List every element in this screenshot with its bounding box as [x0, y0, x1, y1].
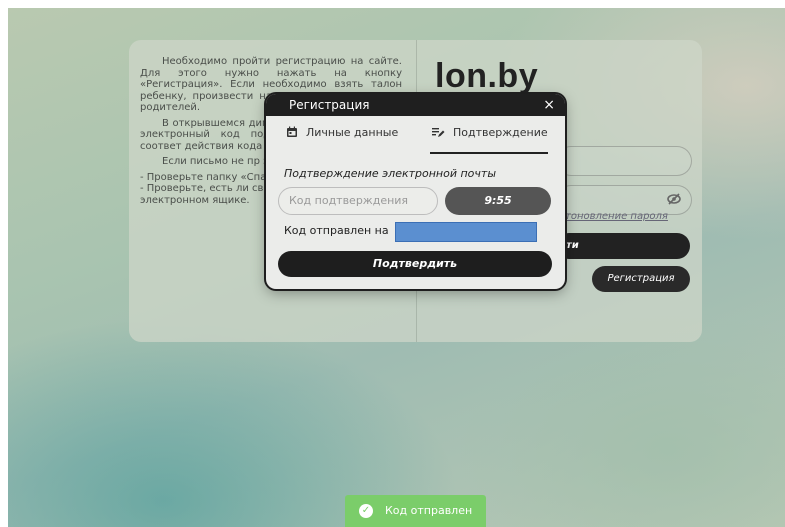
registration-modal: Регистрация × Личные данные Подтверждени…	[266, 94, 565, 289]
modal-header: Регистрация ×	[266, 94, 565, 116]
active-tab-indicator	[430, 152, 548, 154]
close-icon[interactable]: ×	[543, 94, 555, 116]
tab-personal-data[interactable]: Личные данные	[286, 126, 398, 141]
site-logo: lon.by	[435, 57, 539, 95]
register-button[interactable]: Регистрация	[592, 266, 690, 292]
login-button[interactable]: ти	[556, 233, 690, 259]
eye-off-icon[interactable]	[667, 192, 681, 210]
code-sent-label: Код отправлен на	[284, 224, 389, 237]
resend-timer-button[interactable]: 9:55	[445, 187, 551, 215]
modal-title: Регистрация	[289, 98, 370, 112]
edit-list-icon	[432, 126, 445, 141]
success-toast: ✓ Код отправлен	[345, 495, 486, 527]
toast-text: Код отправлен	[385, 504, 473, 517]
tab-confirmation-label: Подтверждение	[453, 126, 548, 139]
calendar-icon	[286, 126, 298, 141]
check-icon: ✓	[359, 504, 373, 518]
tab-confirmation[interactable]: Подтверждение	[432, 126, 548, 141]
login-field[interactable]	[556, 146, 692, 176]
section-title: Подтверждение электронной почты	[284, 167, 497, 180]
confirmation-code-input[interactable]: Код подтверждения	[278, 187, 438, 215]
restore-password-link[interactable]: тоновление пароля	[565, 211, 668, 222]
tab-personal-label: Личные данные	[306, 126, 399, 139]
confirm-button[interactable]: Подтвердить	[278, 251, 552, 277]
masked-email	[395, 222, 537, 242]
